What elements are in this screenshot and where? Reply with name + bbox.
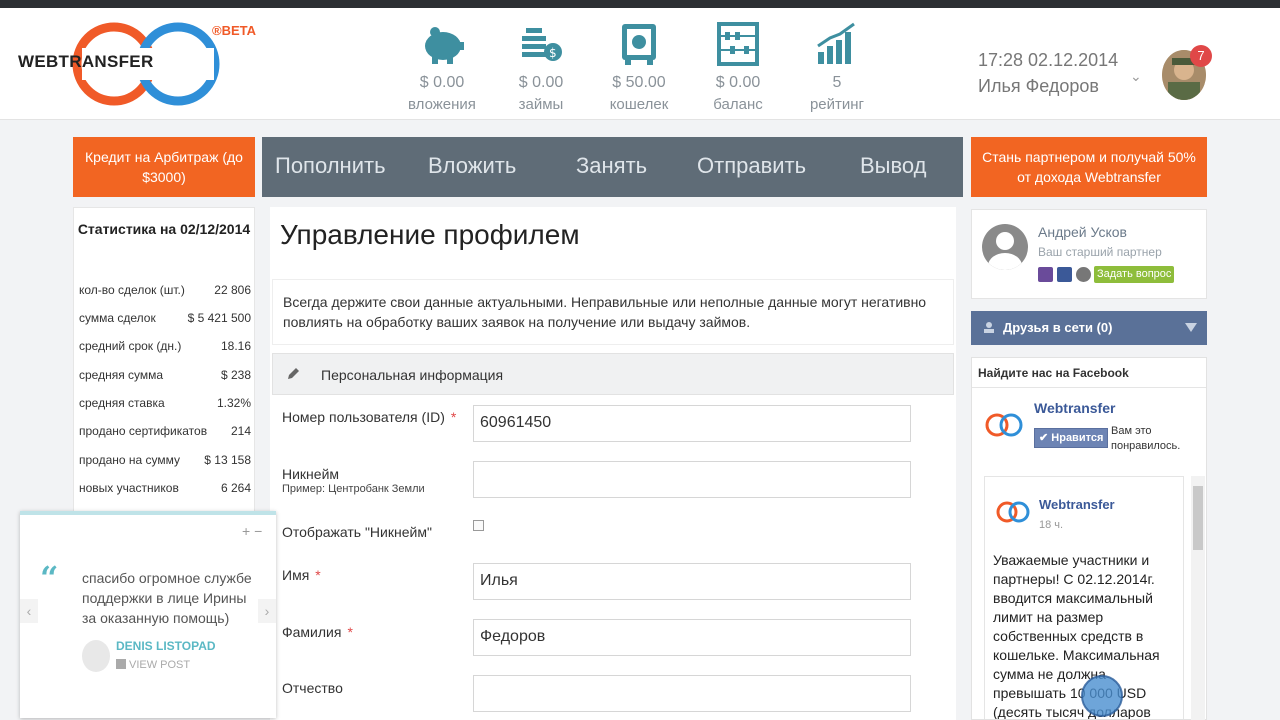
triangle-down-icon (1185, 323, 1197, 332)
nav-invest[interactable]: Вложить (428, 153, 516, 179)
testimonial-avatar (82, 640, 110, 672)
top-strip (0, 0, 1280, 8)
facebook-page-name[interactable]: Webtransfer (1034, 400, 1115, 416)
testimonial-text: спасибо огромное службе поддержки в лице… (82, 570, 252, 626)
skype-icon[interactable] (1076, 267, 1091, 282)
user-name[interactable]: Илья Федоров (978, 76, 1099, 97)
profile-notice: Всегда держите свои данные актуальными. … (272, 279, 954, 345)
testimonial-author[interactable]: DENIS LISTOPAD (116, 639, 216, 653)
facebook-widget: Найдите нас на Facebook Webtransfer ✔ Нр… (971, 357, 1207, 720)
partner-role: Ваш старший партнер (1038, 245, 1162, 259)
facebook-like-button[interactable]: ✔ Нравится (1034, 428, 1108, 448)
partner-avatar (982, 224, 1028, 270)
first-name-field[interactable]: Илья (473, 563, 911, 600)
show-nickname-checkbox[interactable] (473, 520, 484, 531)
first-name-label: Имя * (282, 567, 321, 583)
chevron-right-icon[interactable]: › (258, 599, 276, 623)
nav-withdraw[interactable]: Вывод (860, 153, 927, 179)
chevron-down-icon[interactable]: ⌄ (1130, 68, 1142, 85)
nickname-hint: Пример: Центробанк Земли (282, 483, 425, 495)
statistics-panel: Статистика на 02/12/2014 кол-во сделок (… (73, 207, 255, 517)
testimonial-widget: + − “ спасибо огромное службе поддержки … (20, 511, 276, 718)
user-icon (984, 322, 994, 333)
stat-investments[interactable]: $ 0.00 вложения (397, 22, 487, 113)
main-nav: Пополнить Вложить Занять Отправить Вывод (262, 137, 963, 197)
abacus-icon (717, 22, 759, 66)
stat-value: $ 0.00 (518, 74, 564, 91)
partner-name[interactable]: Андрей Усков (1038, 224, 1127, 240)
stat-value: $ 50.00 (612, 74, 666, 91)
stat-value: 5 (832, 74, 842, 91)
header: WEBTRANSFER ®BETA $ 0.00 вложения $ $ 0.… (0, 8, 1280, 120)
nav-send[interactable]: Отправить (697, 153, 806, 179)
section-title: Персональная информация (321, 367, 504, 383)
stat-value: $ 0.00 (419, 74, 465, 91)
stat-label: кошелек (609, 96, 669, 113)
user-id-label: Номер пользователя (ID) * (282, 409, 457, 425)
post-time: 18 ч. (1039, 519, 1064, 531)
stat-label: займы (518, 96, 564, 113)
pencil-icon (288, 368, 299, 379)
quote-icon: “ (40, 559, 59, 597)
beta-label: ®BETA (212, 23, 257, 38)
profile-main: Управление профилем Всегда держите свои … (270, 207, 956, 720)
safe-icon (622, 24, 656, 65)
svg-text:$: $ (549, 46, 557, 60)
user-id-field[interactable]: 60961450 (473, 405, 911, 442)
logo-text: WEBTRANSFER (18, 52, 154, 71)
stat-value: $ 0.00 (715, 74, 761, 91)
patronymic-field[interactable] (473, 675, 911, 712)
stat-label: баланс (713, 96, 763, 113)
widget-controls[interactable]: + − (242, 523, 262, 539)
nav-borrow[interactable]: Занять (576, 153, 647, 179)
current-datetime: 17:28 02.12.2014 (978, 50, 1119, 70)
scrollbar-thumb[interactable] (1193, 486, 1203, 550)
nickname-label: Никнейм (282, 466, 340, 482)
facebook-header: Найдите нас на Facebook (972, 358, 1206, 388)
bar-chart-icon (817, 22, 855, 64)
statistics-title: Статистика на 02/12/2014 (77, 221, 251, 237)
stat-label: вложения (408, 96, 476, 113)
friends-online-bar[interactable]: Друзья в сети (0) (971, 311, 1207, 345)
facebook-icon (116, 659, 126, 669)
facebook-icon[interactable] (1057, 267, 1072, 282)
patronymic-label: Отчество (282, 680, 343, 696)
credit-banner[interactable]: Кредит на Арбитраж (до $3000) (73, 137, 255, 197)
stat-loans[interactable]: $ $ 0.00 займы (496, 22, 586, 113)
mail-icon[interactable] (1038, 267, 1053, 282)
coins-icon: $ (522, 28, 562, 61)
last-name-label: Фамилия * (282, 624, 353, 640)
piggy-bank-icon (425, 27, 464, 64)
ask-question-button[interactable]: Задать вопрос (1094, 266, 1175, 283)
nickname-field[interactable] (473, 461, 911, 498)
stat-label: рейтинг (809, 96, 865, 113)
show-nickname-label: Отображать "Никнейм" (282, 524, 432, 540)
notification-badge[interactable]: 7 (1190, 45, 1212, 67)
facebook-like-note: Вам это понравилось. (1111, 425, 1181, 452)
watermark-globe-logo (1081, 675, 1123, 717)
post-author[interactable]: Webtransfer (1039, 497, 1115, 512)
stat-rating[interactable]: 5 рейтинг (792, 22, 882, 113)
nav-deposit[interactable]: Пополнить (275, 153, 386, 179)
webtransfer-small-logo[interactable] (984, 408, 1024, 442)
section-header: Персональная информация (272, 353, 954, 395)
friends-online-label: Друзья в сети (0) (1003, 320, 1113, 335)
stat-wallet[interactable]: $ 50.00 кошелек (594, 22, 684, 113)
chevron-left-icon[interactable]: ‹ (20, 599, 38, 623)
page-title: Управление профилем (280, 219, 580, 250)
view-post-link[interactable]: VIEW POST (116, 659, 190, 671)
last-name-field[interactable]: Федоров (473, 619, 911, 656)
partner-card: Андрей Усков Ваш старший партнер Задать … (971, 209, 1207, 299)
stat-balance[interactable]: $ 0.00 баланс (693, 22, 783, 113)
partner-banner[interactable]: Стань партнером и получай 50% от дохода … (971, 137, 1207, 197)
post-author-logo (996, 501, 1030, 523)
